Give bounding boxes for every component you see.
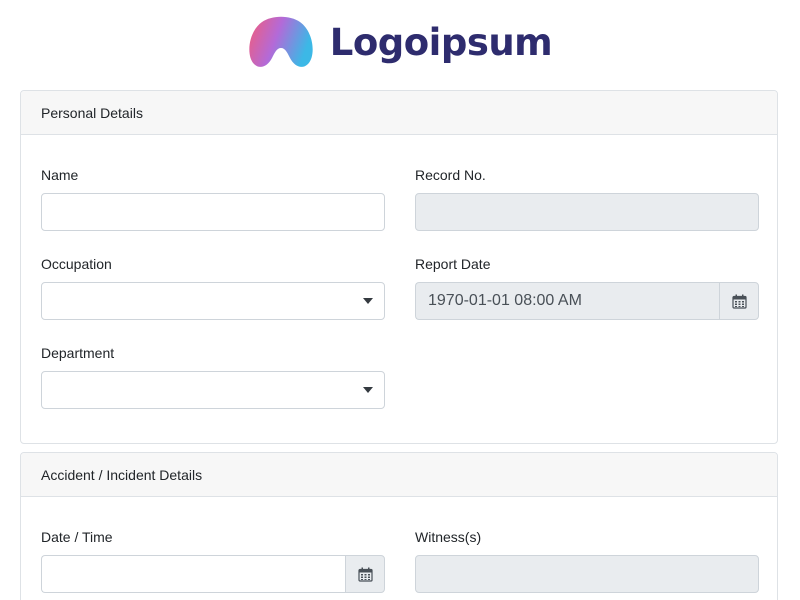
record-no-label: Record No. (415, 167, 486, 183)
brand-name: Logoipsum (329, 20, 553, 64)
occupation-label: Occupation (41, 256, 112, 272)
name-input[interactable] (41, 193, 385, 231)
chevron-down-icon (363, 298, 373, 304)
report-form-page: Logoipsum Personal Details Name Record N… (0, 0, 800, 600)
datetime-calendar-button[interactable] (345, 555, 385, 593)
report-date-input-group: 1970-01-01 08:00 AM (415, 282, 759, 320)
report-date-calendar-button[interactable] (719, 282, 759, 320)
department-field: Department (41, 343, 385, 409)
datetime-label: Date / Time (41, 529, 113, 545)
personal-details-card: Personal Details Name Record No. Occupat… (20, 90, 778, 444)
datetime-input[interactable] (41, 555, 345, 593)
department-label: Department (41, 345, 115, 361)
report-date-input: 1970-01-01 08:00 AM (415, 282, 719, 320)
logo-icon (249, 16, 313, 67)
personal-details-header: Personal Details (21, 91, 777, 135)
witness-field: Witness(s) (415, 527, 759, 593)
calendar-icon (731, 294, 747, 309)
record-no-input (415, 193, 759, 231)
witness-input (415, 555, 759, 593)
datetime-field: Date / Time (41, 527, 385, 593)
report-date-field: Report Date 1970-01-01 08:00 AM (415, 254, 759, 320)
brand-header: Logoipsum (0, 0, 800, 90)
record-no-field: Record No. (415, 165, 759, 231)
report-date-label: Report Date (415, 256, 491, 272)
chevron-down-icon (363, 387, 373, 393)
datetime-input-group (41, 555, 385, 593)
incident-details-card: Accident / Incident Details Date / Time (20, 452, 778, 600)
occupation-select[interactable] (41, 282, 385, 320)
department-select[interactable] (41, 371, 385, 409)
name-label: Name (41, 167, 79, 183)
name-field: Name (41, 165, 385, 231)
incident-details-header: Accident / Incident Details (21, 453, 777, 497)
occupation-field: Occupation (41, 254, 385, 320)
calendar-icon (357, 567, 373, 582)
witness-label: Witness(s) (415, 529, 482, 545)
